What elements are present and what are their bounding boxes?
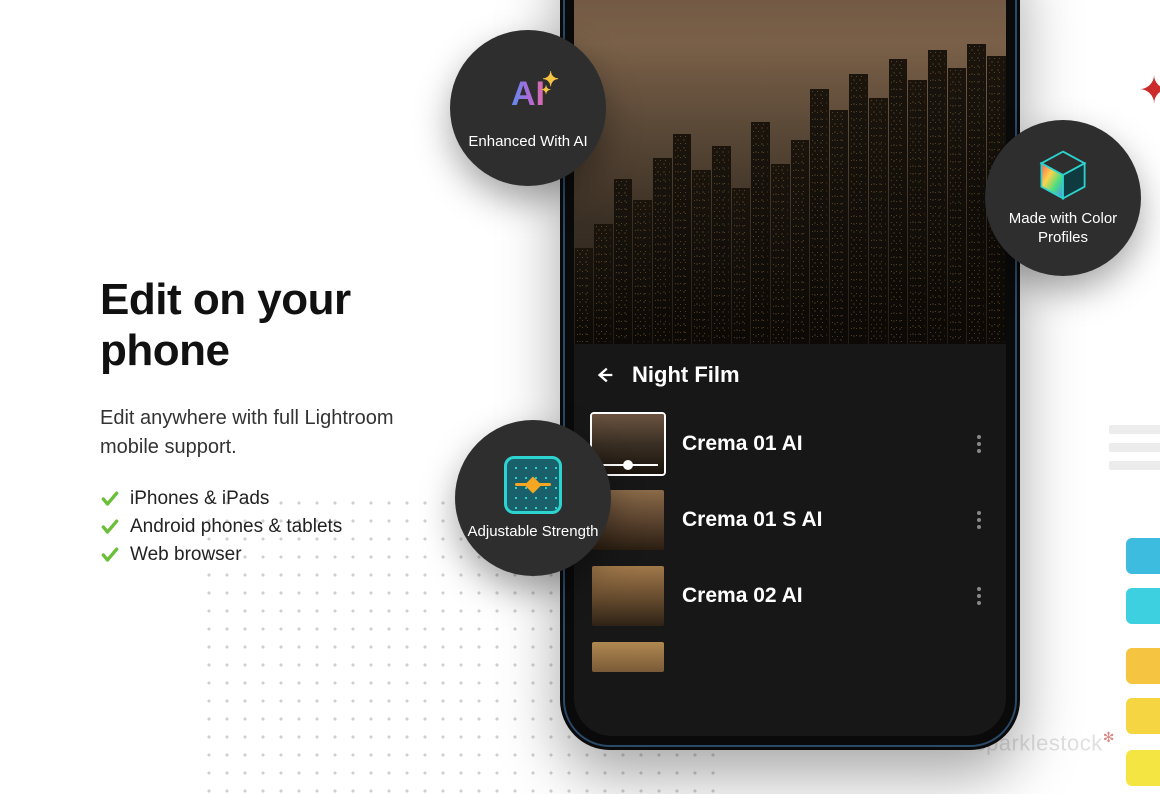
feature-list: iPhones & iPads Android phones & tablets… xyxy=(100,488,450,566)
preset-item[interactable] xyxy=(574,634,1006,680)
ai-sparkle-icon: AI ✦ ✦ xyxy=(498,65,558,125)
preset-thumbnail[interactable] xyxy=(592,642,664,672)
badge-adjustable-strength: Adjustable Strength xyxy=(455,420,611,576)
feature-item: Web browser xyxy=(100,544,450,566)
feature-item: Android phones & tablets xyxy=(100,516,450,538)
preset-thumbnail[interactable] xyxy=(592,566,664,626)
page-heading: Edit on your phone xyxy=(100,275,450,376)
decorative-tab xyxy=(1126,698,1160,734)
more-options-icon[interactable] xyxy=(970,511,988,529)
badge-label: Adjustable Strength xyxy=(468,523,599,542)
preset-name: Crema 01 S AI xyxy=(682,508,952,532)
check-icon xyxy=(100,489,120,509)
decorative-tab xyxy=(1126,538,1160,574)
preset-item[interactable]: Crema 01 AI xyxy=(574,406,1006,482)
slider-tile-icon xyxy=(503,455,563,515)
decorative-tab xyxy=(1126,588,1160,624)
decorative-lines xyxy=(1109,425,1160,479)
page-subheading: Edit anywhere with full Lightroom mobile… xyxy=(100,404,450,462)
badge-label: Made with Color Profiles xyxy=(995,210,1131,248)
preset-name: Crema 02 AI xyxy=(682,584,952,608)
preset-list: Crema 01 AI Crema 01 S AI Crema 02 AI xyxy=(574,406,1006,680)
phone-mockup: Night Film Crema 01 AI Crema 01 S AI xyxy=(560,0,1020,750)
photo-preview[interactable] xyxy=(574,0,1006,344)
check-icon xyxy=(100,517,120,537)
preset-panel-header: Night Film xyxy=(574,344,1006,406)
preset-item[interactable]: Crema 02 AI xyxy=(574,558,1006,634)
badge-enhanced-ai: AI ✦ ✦ Enhanced With AI xyxy=(450,30,606,186)
decorative-tab xyxy=(1126,648,1160,684)
phone-screen: Night Film Crema 01 AI Crema 01 S AI xyxy=(574,0,1006,736)
preset-item[interactable]: Crema 01 S AI xyxy=(574,482,1006,558)
decorative-tab xyxy=(1126,750,1160,786)
decorative-star-icon: ✦ xyxy=(1138,68,1160,113)
badge-label: Enhanced With AI xyxy=(468,133,587,152)
preset-group-title: Night Film xyxy=(632,362,740,388)
strength-slider-icon xyxy=(598,464,658,466)
feature-label: iPhones & iPads xyxy=(130,488,269,510)
badge-color-profiles: Made with Color Profiles xyxy=(985,120,1141,276)
marketing-text-column: Edit on your phone Edit anywhere with fu… xyxy=(100,275,450,572)
feature-label: Android phones & tablets xyxy=(130,516,342,538)
cube-icon xyxy=(1036,148,1090,202)
feature-label: Web browser xyxy=(130,544,242,566)
back-arrow-icon[interactable] xyxy=(594,364,616,386)
more-options-icon[interactable] xyxy=(970,435,988,453)
more-options-icon[interactable] xyxy=(970,587,988,605)
preset-name: Crema 01 AI xyxy=(682,432,952,456)
feature-item: iPhones & iPads xyxy=(100,488,450,510)
check-icon xyxy=(100,545,120,565)
